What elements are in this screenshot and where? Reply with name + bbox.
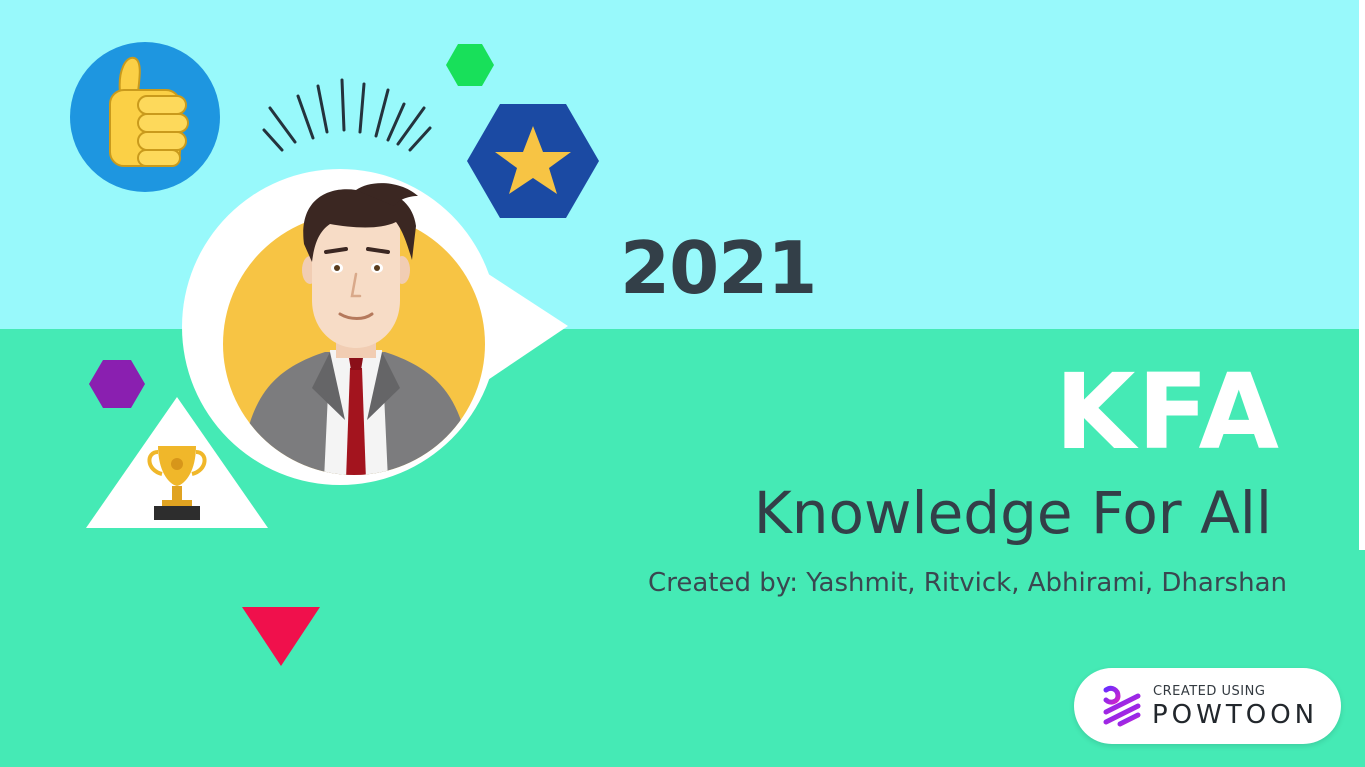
red-triangle bbox=[242, 607, 320, 666]
purple-hexagon bbox=[89, 360, 145, 408]
powtoon-badge[interactable]: CREATED USING POWTOON bbox=[1074, 668, 1341, 744]
slide-year: 2021 bbox=[620, 226, 817, 310]
star-icon bbox=[467, 104, 599, 218]
title-slide: 2021 KFA Knowledge For All Created by: Y… bbox=[0, 0, 1365, 767]
thumbs-up-icon bbox=[70, 42, 220, 192]
burst-lines bbox=[262, 78, 432, 152]
badge-caption: CREATED USING bbox=[1153, 684, 1266, 699]
powtoon-logo-icon bbox=[1103, 685, 1141, 727]
green-hexagon bbox=[446, 44, 494, 86]
badge-brand: POWTOON bbox=[1152, 700, 1319, 730]
slide-subtitle: Knowledge For All bbox=[753, 479, 1272, 547]
slide-acronym: KFA bbox=[1054, 351, 1281, 473]
slide-credits: Created by: Yashmit, Ritvick, Abhirami, … bbox=[648, 568, 1287, 598]
